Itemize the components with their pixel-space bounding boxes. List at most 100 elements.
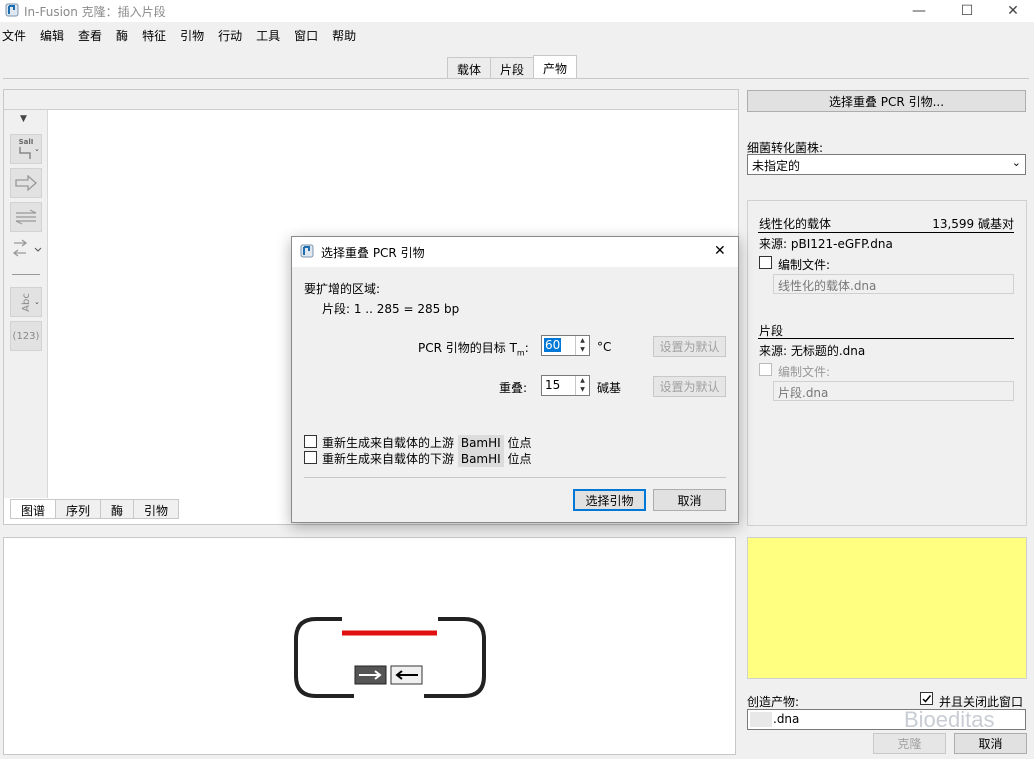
clone-button[interactable]: 克隆 (873, 733, 946, 754)
tm-value: 60 (544, 338, 562, 352)
chevron-down-icon[interactable]: ⌄ (34, 145, 40, 153)
feature-arrow-tool[interactable] (10, 168, 42, 198)
menu-tools[interactable]: 工具 (256, 25, 280, 45)
overlap-pcr-dialog: 选择重叠 PCR 引物 ✕ 要扩增的区域: 片段: 1 .. 285 = 285… (291, 236, 739, 523)
site-suffix: 位点 (507, 452, 532, 466)
map-header-strip (4, 90, 738, 110)
fragment-source: 来源: 无标题的.dna (759, 344, 866, 358)
map-toolbar: ▼ SalI Abc (123) ⌄ ⌄ (4, 110, 48, 498)
cut-site-icon (19, 147, 31, 159)
arrow-right-icon (15, 175, 37, 191)
top-tabs: 载体 片段 产物 (447, 55, 578, 79)
minimize-button[interactable]: — (896, 0, 942, 22)
sall-label: SalI (18, 138, 34, 146)
spin-arrows-icon[interactable]: ▲ ▼ (575, 376, 589, 395)
cloning-scheme-diagram (294, 617, 486, 698)
tm-spinbox[interactable]: 60 ▲ ▼ (541, 335, 590, 356)
overlap-value: 15 (545, 378, 561, 392)
regen-downstream-text: 重新生成来自载体的下游 (322, 452, 455, 466)
number-tool[interactable]: (123) (10, 321, 42, 351)
tm-unit: °C (597, 340, 612, 354)
toolbar-collapse-icon[interactable]: ▼ (20, 114, 27, 124)
tm-colon: : (524, 341, 529, 355)
vector-divider (758, 232, 1014, 233)
create-product-label: 创造产物: (747, 695, 800, 709)
reverse-primer-icon[interactable] (390, 665, 423, 685)
close-window-checkbox[interactable] (920, 692, 933, 705)
tab-product[interactable]: 产物 (533, 55, 578, 79)
tab-enzymes[interactable]: 酶 (100, 499, 135, 519)
primer-tool[interactable] (10, 202, 42, 232)
info-panel: 线性化的载体 13,599 碱基对 来源: pBI121-eGFP.dna 编制… (747, 200, 1027, 526)
primer-lines-icon (15, 209, 37, 225)
fragment-header: 片段 (759, 324, 784, 338)
checkmark-icon (922, 695, 932, 703)
vector-header: 线性化的载体 (759, 217, 832, 231)
tm-subscript: m (516, 348, 525, 358)
vector-file-field[interactable]: 线性化的载体.dna (773, 274, 1014, 294)
orf-tool[interactable] (12, 238, 42, 263)
dialog-cancel-button[interactable]: 取消 (653, 489, 726, 511)
overlap-spinbox[interactable]: 15 ▲ ▼ (541, 375, 590, 396)
chevron-down-icon[interactable]: ⌄ (34, 298, 40, 306)
enzyme-name: BamHI (457, 435, 504, 451)
dialog-close-icon[interactable]: ✕ (714, 243, 726, 259)
set-default-overlap-button[interactable]: 设置为默认 (653, 376, 726, 397)
vector-source: 来源: pBI121-eGFP.dna (759, 237, 893, 251)
watermark: Bioeditas (904, 707, 995, 732)
fragment-edit-checkbox[interactable] (759, 363, 772, 376)
cloning-scheme-panel (3, 537, 736, 755)
tm-label-text: PCR 引物的目标 T (418, 341, 517, 355)
app-icon (300, 244, 314, 258)
tm-label: PCR 引物的目标 Tm: (418, 339, 529, 357)
fragment-range: 片段: 1 .. 285 = 285 bp (322, 302, 460, 316)
product-name-input[interactable]: .dna Bioeditas (747, 707, 1026, 732)
tab-primers[interactable]: 引物 (133, 499, 180, 519)
strain-value: 未指定的 (752, 159, 801, 173)
fragment-edit-label: 编制文件: (778, 365, 831, 379)
overlap-unit: 碱基 (597, 381, 622, 395)
menu-edit[interactable]: 编辑 (40, 25, 64, 45)
vector-edit-label: 编制文件: (778, 258, 831, 272)
menu-features[interactable]: 特征 (142, 25, 166, 45)
select-primers-button[interactable]: 选择引物 (573, 489, 646, 511)
menu-window[interactable]: 窗口 (294, 25, 318, 45)
fragment-file-field[interactable]: 片段.dna (773, 381, 1014, 401)
window-title: In-Fusion 克隆：插入片段 (24, 5, 166, 19)
product-notes-panel (747, 537, 1027, 679)
menu-file[interactable]: 文件 (2, 25, 26, 45)
tab-vector[interactable]: 载体 (447, 57, 492, 79)
chevron-down-icon: ⌄ (1011, 156, 1021, 169)
tab-sequence[interactable]: 序列 (55, 499, 102, 519)
tab-divider (3, 78, 1029, 79)
overlap-label: 重叠: (499, 381, 528, 395)
close-button[interactable]: ✕ (990, 0, 1034, 22)
regen-upstream-text: 重新生成来自载体的上游 (322, 436, 455, 450)
tab-fragment[interactable]: 片段 (490, 57, 535, 79)
menu-primers[interactable]: 引物 (180, 25, 204, 45)
menu-enzymes[interactable]: 酶 (116, 25, 128, 45)
orf-arrows-icon (12, 239, 42, 257)
map-view-tabs: 图谱 序列 酶 引物 (10, 499, 180, 519)
regen-downstream-checkbox[interactable] (304, 451, 317, 464)
menu-help[interactable]: 帮助 (332, 25, 356, 45)
tab-map[interactable]: 图谱 (10, 499, 57, 519)
regen-upstream-checkbox[interactable] (304, 435, 317, 448)
product-name-redacted (750, 712, 772, 727)
choose-overlap-primers-button[interactable]: 选择重叠 PCR 引物... (747, 90, 1026, 112)
set-default-tm-button[interactable]: 设置为默认 (653, 336, 726, 357)
spin-arrows-icon[interactable]: ▲ ▼ (575, 336, 589, 355)
dialog-title: 选择重叠 PCR 引物 (321, 246, 425, 260)
maximize-button[interactable]: ☐ (944, 0, 990, 22)
menu-view[interactable]: 查看 (78, 25, 102, 45)
app-icon (5, 3, 19, 17)
vector-edit-checkbox[interactable] (759, 256, 772, 269)
menu-actions[interactable]: 行动 (218, 25, 242, 45)
enzyme-name: BamHI (457, 451, 504, 467)
forward-primer-icon[interactable] (354, 665, 387, 685)
regen-upstream-label: 重新生成来自载体的上游 BamHI 位点 (322, 434, 532, 451)
abc-label: Abc (20, 292, 32, 312)
strain-select[interactable]: 未指定的 ⌄ (747, 154, 1026, 175)
cancel-button[interactable]: 取消 (954, 733, 1027, 754)
site-suffix: 位点 (507, 436, 532, 450)
